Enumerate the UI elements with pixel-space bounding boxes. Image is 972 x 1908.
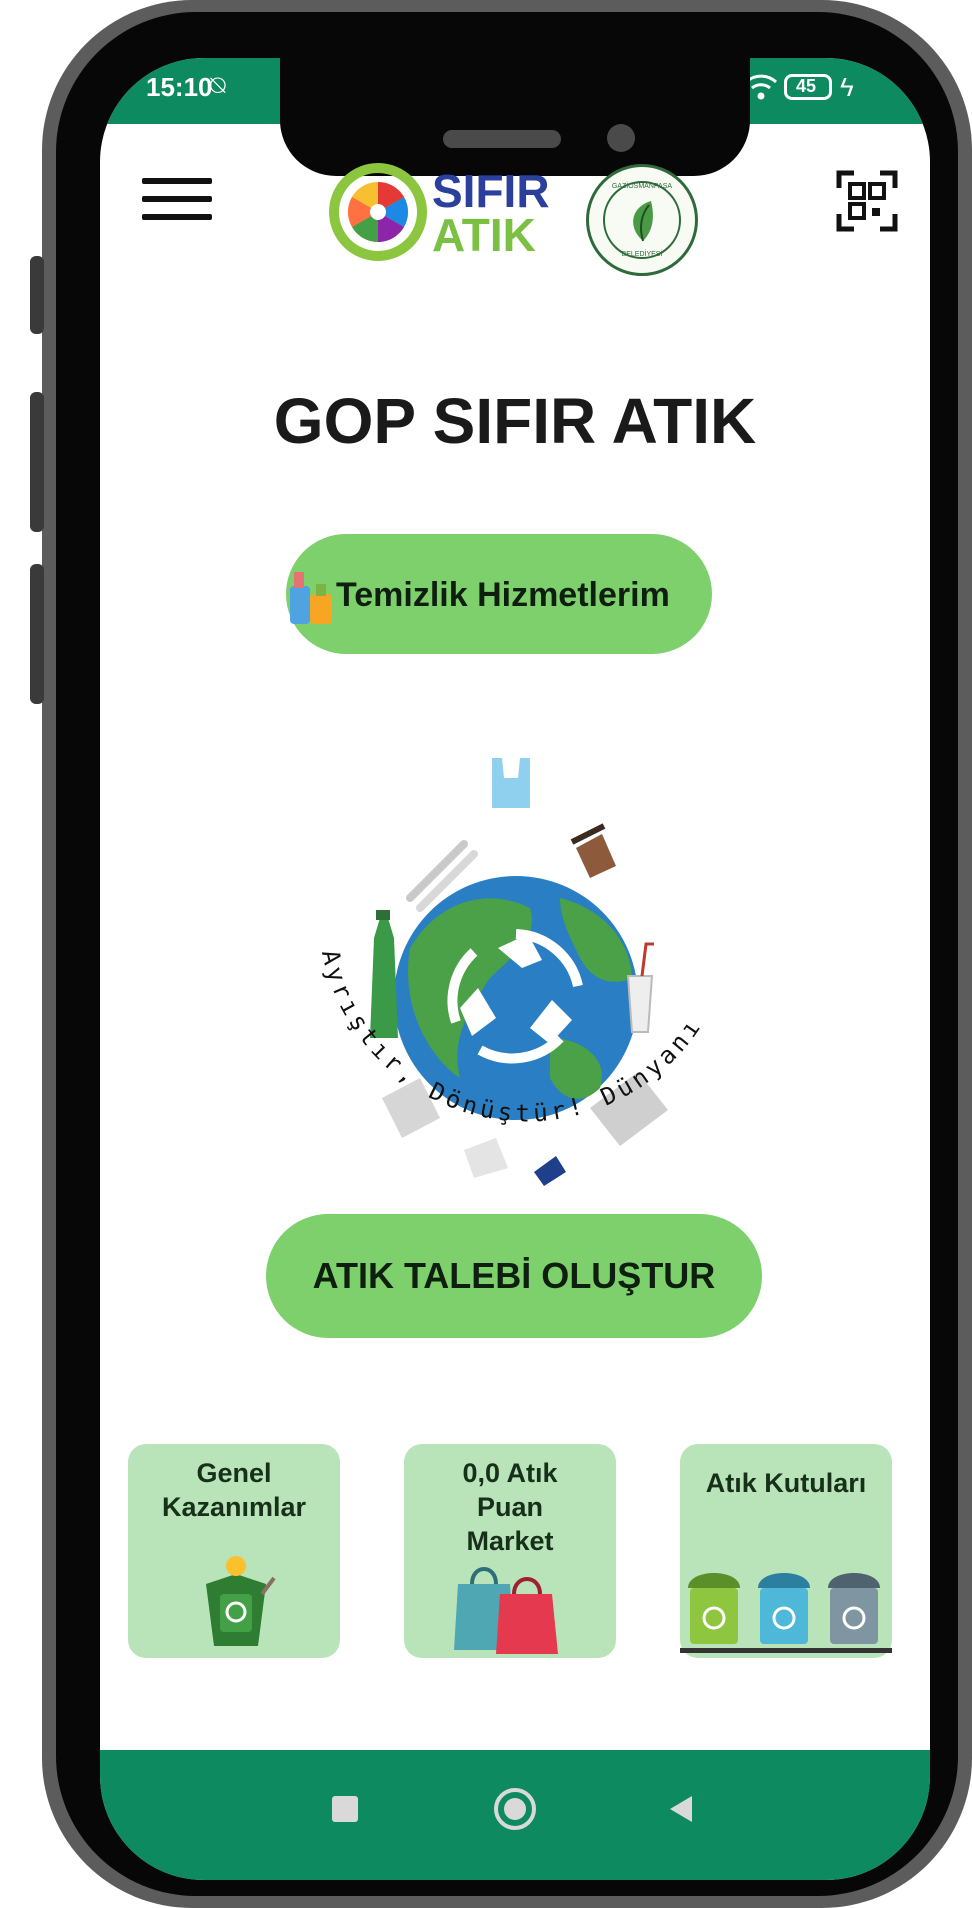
recycle-globe-illustration: Ayrıştır, Dönüştür! Dünyanın Ömrünü Uzat… [260,738,704,1186]
speaker-grille [443,130,561,148]
create-waste-request-button[interactable]: ATIK TALEBİ OLUŞTUR [266,1214,762,1338]
charging-icon: ϟ [840,72,854,102]
seal-top-text: GAZİOSMANPAŞA [611,183,673,190]
cleaning-services-label: Temizlik Hizmetlerim [336,576,670,614]
page-title: GOP SIFIR ATIK [273,385,757,457]
navigation-bar [100,1750,930,1880]
superhero-recycler-icon [206,1556,276,1646]
status-time: 15:10 [146,72,213,102]
leaf-icon [633,201,653,242]
municipality-seal: GAZİOSMANPAŞA BELEDİYESİ [586,164,698,276]
back-icon[interactable] [668,1794,694,1824]
app-screen: 15:10 ⍉ 45 ϟ SIFIR ATIK GAZİOSMANPAŞA BE… [100,58,930,1880]
points-market-card[interactable]: 0,0 Atık Puan Market [404,1444,616,1658]
phone-side-button [30,256,44,334]
sifir-atik-logo: SIFIR ATIK [328,156,550,268]
phone-volume-down [30,564,44,704]
logo-line2: ATIK [432,209,536,261]
cleaning-supplies-icon [290,572,332,624]
waste-bins-label: Atık Kutuları [705,1468,867,1498]
qr-scan-icon[interactable] [836,170,898,232]
home-icon[interactable] [494,1788,536,1830]
logo-line1: SIFIR [432,165,550,217]
menu-icon[interactable] [142,170,212,226]
general-gains-card[interactable]: Genel Kazanımlar [128,1444,340,1658]
recent-apps-icon[interactable] [332,1796,358,1822]
recycle-bins-icon [680,1573,892,1653]
waste-bins-card[interactable]: Atık Kutuları [680,1444,892,1658]
phone-volume-up [30,392,44,532]
alarm-off-icon: ⍉ [210,70,226,100]
points-market-label: 0,0 Atık Puan Market [462,1458,558,1556]
front-camera [607,124,635,152]
shopping-bags-icon [454,1567,558,1654]
cleaning-services-button[interactable]: Temizlik Hizmetlerim [286,534,712,654]
general-gains-label: Genel Kazanımlar [161,1458,307,1522]
seal-bottom-text: BELEDİYESİ [621,251,663,258]
logo-flower-icon [329,163,427,261]
battery-level: 45 [796,76,817,96]
